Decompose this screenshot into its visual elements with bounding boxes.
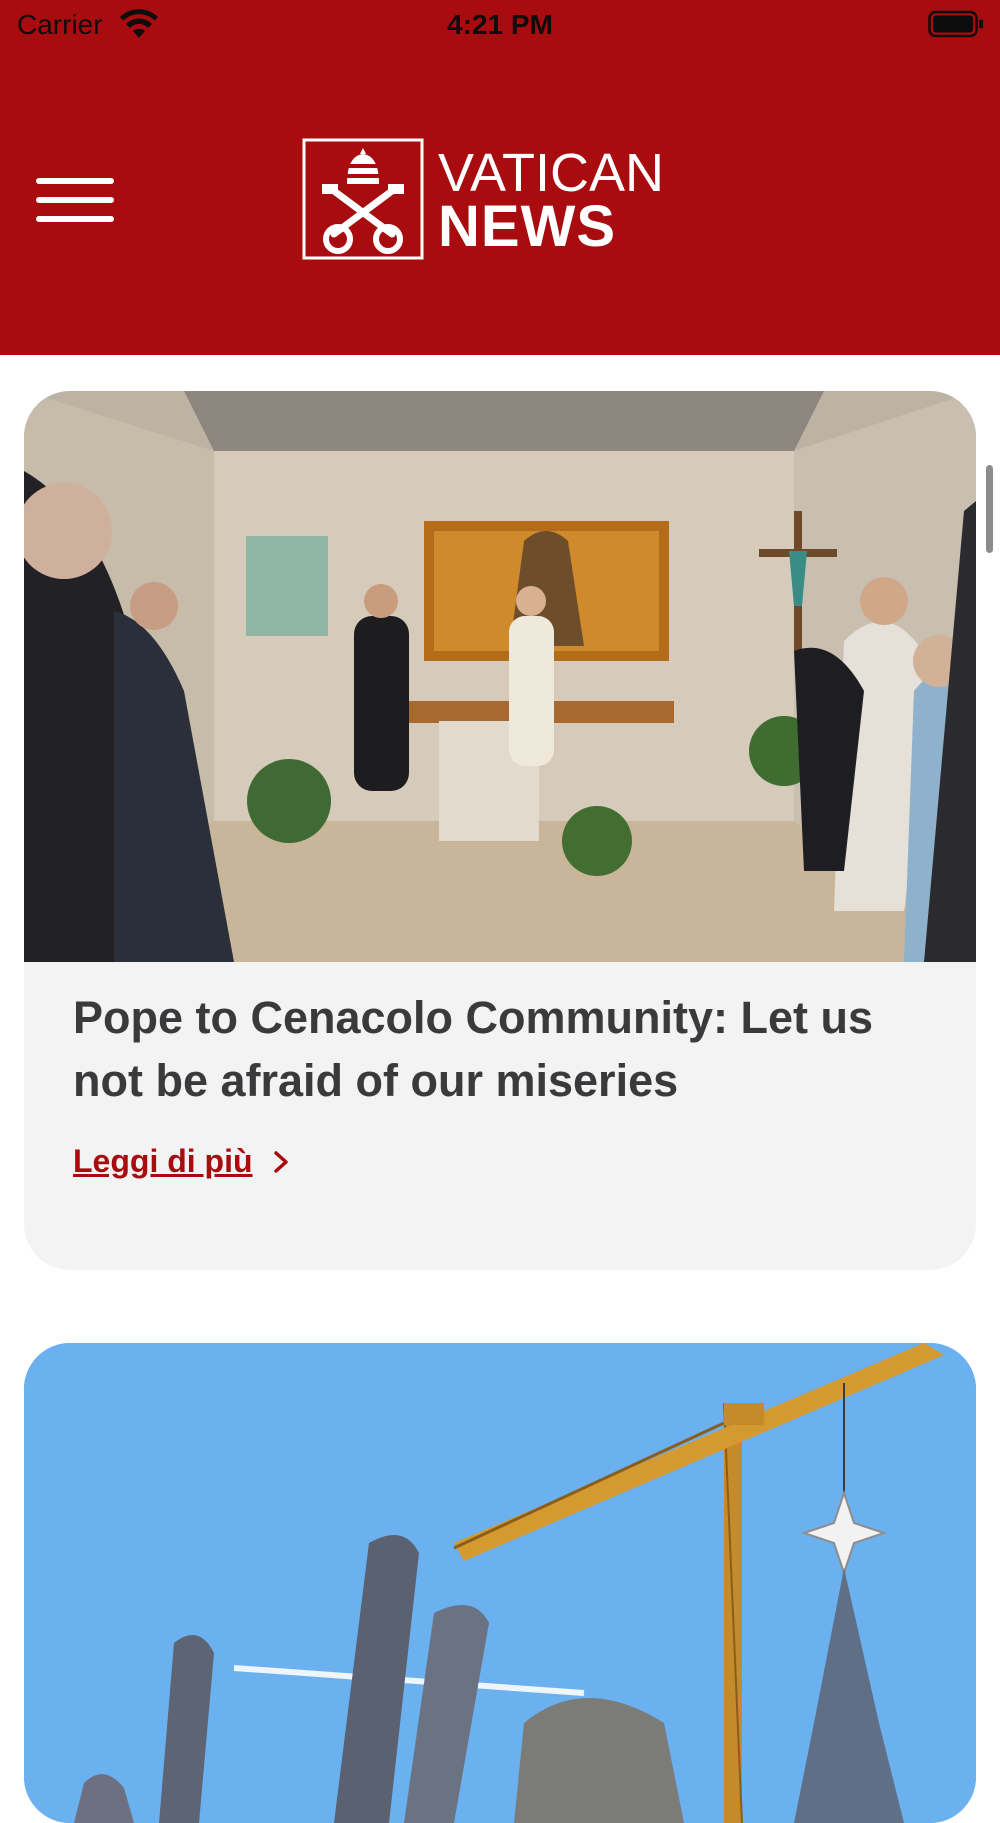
- papal-keys-emblem-icon: [302, 138, 424, 260]
- logo-text-news: NEWS: [438, 194, 616, 259]
- hamburger-menu-icon: [36, 178, 114, 184]
- menu-button[interactable]: [30, 172, 116, 228]
- battery-icon: [928, 10, 983, 38]
- article-card-2[interactable]: [24, 1343, 976, 1823]
- chevron-right-icon: [273, 1150, 288, 1173]
- article-title[interactable]: Pope to Cenacolo Community: Let us not b…: [73, 986, 933, 1112]
- status-time: 4:21 PM: [447, 9, 553, 40]
- article-image-2: [24, 1343, 976, 1823]
- vatican-news-logo: VATICAN NEWS: [302, 138, 702, 264]
- scroll-indicator[interactable]: [986, 465, 993, 553]
- read-more-link[interactable]: Leggi di più: [73, 1143, 291, 1180]
- status-bar: Carrier 4:21 PM: [0, 0, 1000, 52]
- app-header: Carrier 4:21 PM VATICAN NEWS: [0, 0, 1000, 355]
- read-more-label[interactable]: Leggi di più: [73, 1143, 253, 1180]
- article-image: [24, 391, 976, 962]
- article-card[interactable]: Pope to Cenacolo Community: Let us not b…: [24, 391, 976, 1270]
